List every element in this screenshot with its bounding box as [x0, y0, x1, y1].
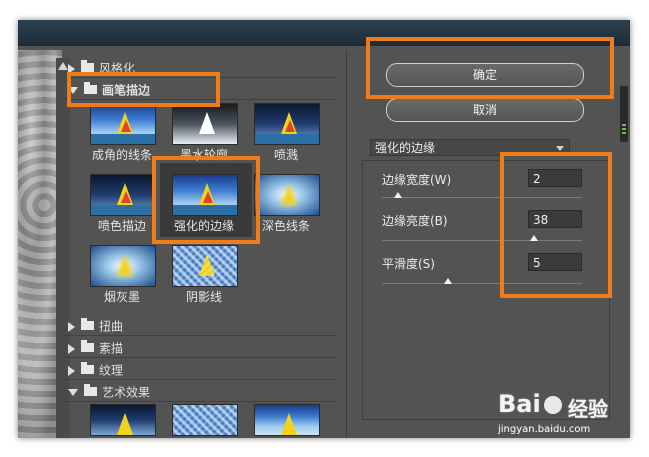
watermark-logo-2: 经验 — [568, 397, 608, 421]
thumb-artistic-2[interactable] — [172, 404, 238, 436]
thumb-sumi-e[interactable] — [90, 245, 156, 287]
folder-icon — [81, 60, 94, 72]
edge-brightness-label: 边缘亮度(B) — [382, 214, 448, 228]
highlight-brush-strokes — [67, 72, 220, 107]
folder-icon — [81, 362, 94, 374]
category-distort[interactable]: 扭曲 — [62, 317, 336, 336]
folder-icon — [84, 384, 97, 396]
cancel-button[interactable]: 取消 — [386, 98, 584, 122]
highlight-ok-button — [366, 37, 614, 99]
thumb-label: 喷色描边 — [97, 219, 146, 233]
expand-right-icon — [68, 321, 75, 332]
category-artistic[interactable]: 艺术效果 — [62, 383, 336, 402]
thumb-spatter[interactable] — [254, 103, 320, 145]
folder-icon — [81, 340, 94, 352]
expand-right-icon — [68, 365, 75, 376]
thumb-dark-strokes[interactable] — [254, 174, 320, 216]
thumb-label: 阴影线 — [185, 290, 222, 304]
thumb-label: 烟灰墨 — [103, 290, 140, 304]
chevron-down-icon — [556, 146, 564, 151]
panel-scrollbar[interactable] — [620, 86, 628, 142]
thumb-sprayed-strokes[interactable] — [90, 174, 156, 216]
smoothness-label: 平滑度(S) — [382, 257, 435, 271]
watermark-url: jingyan.baidu.com — [498, 424, 591, 435]
folder-icon — [81, 318, 94, 330]
edge-width-slider-knob[interactable] — [394, 192, 402, 198]
thumb-artistic-3[interactable] — [254, 404, 320, 436]
category-texture[interactable]: 纹理 — [62, 361, 336, 380]
watermark-logo: Bai — [498, 390, 541, 418]
highlight-selected-filter — [152, 156, 260, 244]
thumb-artistic-1[interactable] — [90, 404, 156, 436]
smoothness-slider-knob[interactable] — [444, 278, 452, 284]
edge-width-label: 边缘宽度(W) — [382, 173, 452, 187]
highlight-parameters — [500, 152, 612, 298]
baidu-watermark: Bai 经验 jingyan.baidu.com — [498, 390, 638, 436]
thumb-crosshatch[interactable] — [172, 245, 238, 287]
thumb-angled-strokes[interactable] — [90, 103, 156, 145]
thumb-label: 成角的线条 — [91, 148, 152, 162]
category-sketch[interactable]: 素描 — [62, 339, 336, 358]
gallery-scrollbar[interactable] — [56, 58, 70, 438]
thumb-ink-outlines[interactable] — [172, 103, 238, 145]
expand-down-icon — [68, 389, 78, 396]
expand-right-icon — [68, 343, 75, 354]
paw-icon — [544, 396, 562, 414]
